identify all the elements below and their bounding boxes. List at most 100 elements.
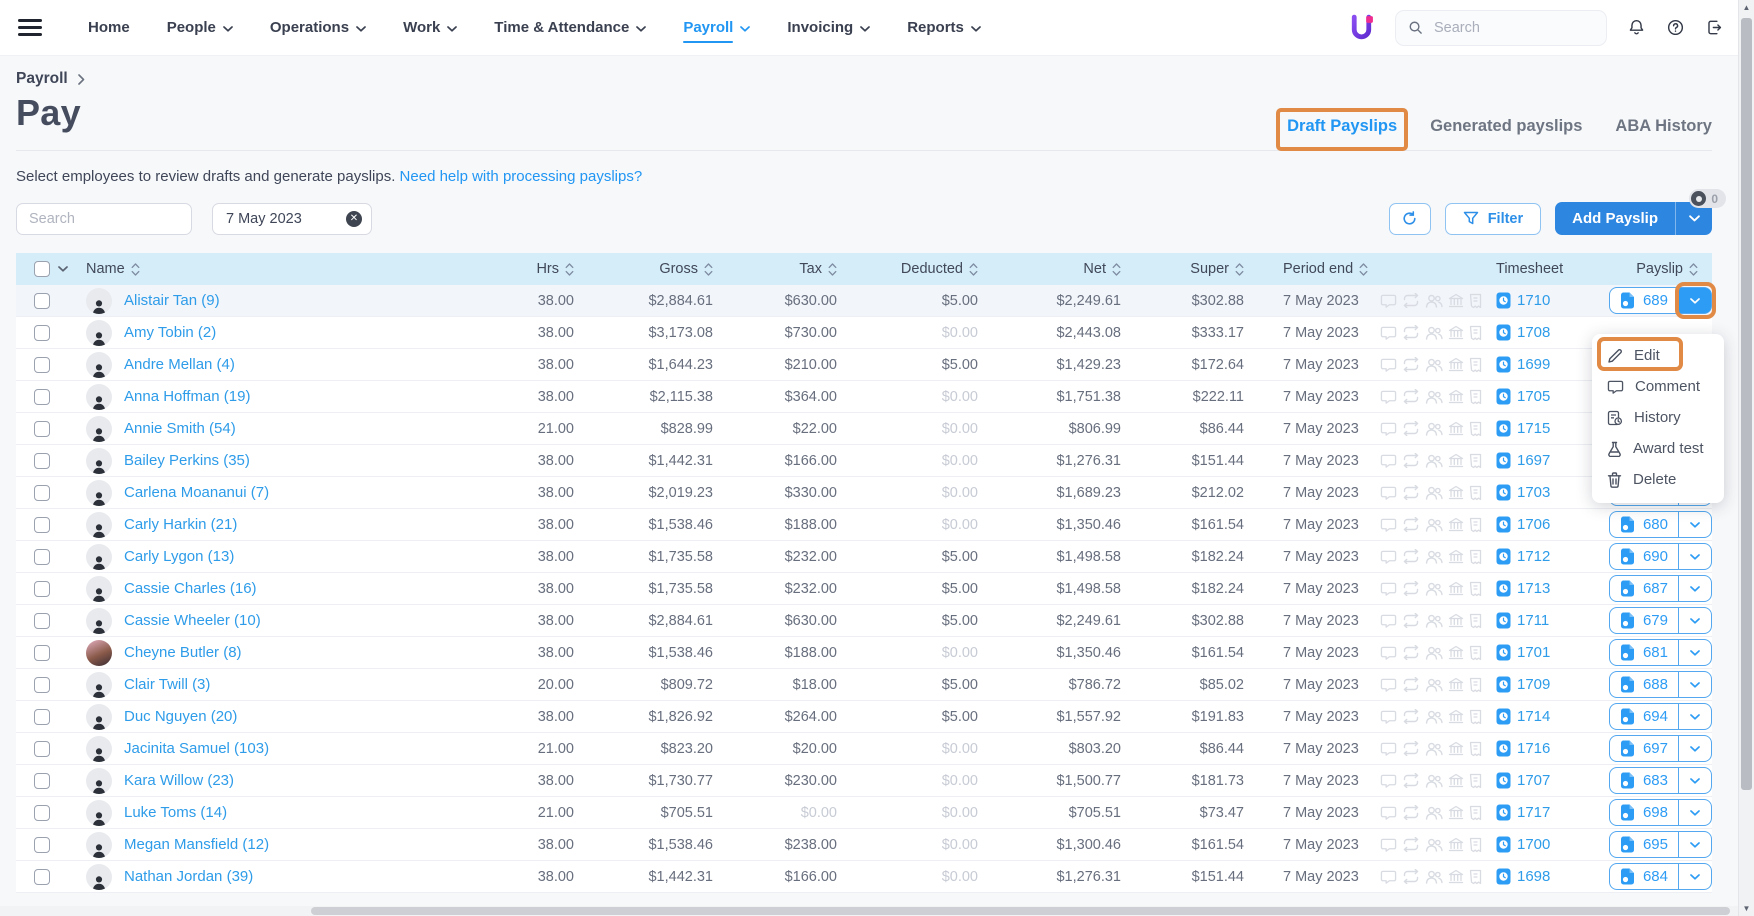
hamburger-menu-icon[interactable] [18,19,42,36]
row-checkbox[interactable] [34,293,50,309]
timesheet-link[interactable]: 1710 [1517,292,1550,309]
row-checkbox[interactable] [34,517,50,533]
row-checkbox[interactable] [34,677,50,693]
nav-item-payroll[interactable]: Payroll [683,19,750,36]
timesheet-link[interactable]: 1708 [1517,324,1550,341]
bank-icon[interactable] [1448,645,1464,660]
vertical-scrollbar-thumb[interactable] [1741,18,1752,790]
people-icon[interactable] [1425,358,1443,372]
employee-name-link[interactable]: Megan Mansfield (12) [124,836,269,853]
vertical-scrollbar[interactable]: ▲ ▼ [1738,0,1754,916]
comment-icon[interactable] [1380,773,1397,789]
timesheet-link[interactable]: 1713 [1517,580,1550,597]
bank-icon[interactable] [1448,453,1464,468]
timesheet-link[interactable]: 1700 [1517,836,1550,853]
bank-icon[interactable] [1448,837,1464,852]
transfer-icon[interactable] [1402,773,1420,788]
bank-icon[interactable] [1448,613,1464,628]
comment-icon[interactable] [1380,453,1397,469]
people-icon[interactable] [1425,774,1443,788]
employee-name-link[interactable]: Carly Harkin (21) [124,516,237,533]
payslip-open-button[interactable]: 694 [1610,708,1678,725]
transfer-icon[interactable] [1402,549,1420,564]
row-checkbox[interactable] [34,549,50,565]
bank-icon[interactable] [1448,677,1464,692]
transfer-icon[interactable] [1402,613,1420,628]
column-header-net[interactable]: Net [992,261,1135,277]
payslip-menu-button[interactable] [1678,608,1711,633]
employee-name-link[interactable]: Nathan Jordan (39) [124,868,253,885]
comment-icon[interactable] [1380,869,1397,885]
transfer-icon[interactable] [1402,741,1420,756]
tab-generated-payslips[interactable]: Generated payslips [1430,117,1582,150]
timesheet-link[interactable]: 1697 [1517,452,1550,469]
filter-button[interactable]: Filter [1445,203,1541,235]
payslip-open-button[interactable]: 681 [1610,644,1678,661]
column-header-tax[interactable]: Tax [727,261,851,277]
tab-draft-payslips[interactable]: Draft Payslips [1287,117,1397,150]
people-icon[interactable] [1425,422,1443,436]
row-checkbox[interactable] [34,581,50,597]
transfer-icon[interactable] [1402,389,1420,404]
employee-name-link[interactable]: Alistair Tan (9) [124,292,220,309]
payslip-open-button[interactable]: 697 [1610,740,1678,757]
payslip-open-button[interactable]: 695 [1610,836,1678,853]
people-icon[interactable] [1425,486,1443,500]
transfer-icon[interactable] [1402,581,1420,596]
transfer-icon[interactable] [1402,453,1420,468]
column-header-period-end[interactable]: Period end [1258,261,1380,277]
people-icon[interactable] [1425,806,1443,820]
comment-icon[interactable] [1380,581,1397,597]
transfer-icon[interactable] [1402,837,1420,852]
row-checkbox[interactable] [34,357,50,373]
employee-name-link[interactable]: Amy Tobin (2) [124,324,216,341]
payslip-menu-button[interactable] [1678,704,1711,729]
nav-item-invoicing[interactable]: Invoicing [787,19,870,36]
people-icon[interactable] [1425,710,1443,724]
notifications-bell-icon[interactable] [1627,18,1646,37]
row-checkbox[interactable] [34,837,50,853]
payslip-menu-button[interactable] [1678,672,1711,697]
bank-icon[interactable] [1448,869,1464,884]
column-header-gross[interactable]: Gross [588,261,727,277]
transfer-icon[interactable] [1402,517,1420,532]
row-checkbox[interactable] [34,389,50,405]
row-checkbox[interactable] [34,453,50,469]
employee-name-link[interactable]: Andre Mellan (4) [124,356,235,373]
employee-search-input[interactable] [16,203,192,235]
comment-icon[interactable] [1380,389,1397,405]
add-payslip-button[interactable]: Add Payslip [1555,202,1675,235]
payslip-menu-button[interactable] [1678,864,1711,889]
bank-icon[interactable] [1448,389,1464,404]
refresh-button[interactable] [1389,203,1431,235]
transfer-icon[interactable] [1402,645,1420,660]
transfer-icon[interactable] [1402,485,1420,500]
comment-icon[interactable] [1380,357,1397,373]
bank-icon[interactable] [1448,805,1464,820]
comment-icon[interactable] [1380,485,1397,501]
transfer-icon[interactable] [1402,805,1420,820]
timesheet-link[interactable]: 1703 [1517,484,1550,501]
tab-aba-history[interactable]: ABA History [1615,117,1712,150]
timesheet-link[interactable]: 1714 [1517,708,1550,725]
people-icon[interactable] [1425,294,1443,308]
people-icon[interactable] [1425,518,1443,532]
people-icon[interactable] [1425,326,1443,340]
employee-name-link[interactable]: Carlena Moananui (7) [124,484,269,501]
people-icon[interactable] [1425,838,1443,852]
comment-icon[interactable] [1380,837,1397,853]
payslip-open-button[interactable]: 683 [1610,772,1678,789]
people-icon[interactable] [1425,454,1443,468]
people-icon[interactable] [1425,582,1443,596]
menu-item-award-test[interactable]: Award test [1592,433,1724,464]
transfer-icon[interactable] [1402,709,1420,724]
employee-name-link[interactable]: Cassie Wheeler (10) [124,612,261,629]
comment-icon[interactable] [1380,805,1397,821]
people-icon[interactable] [1425,678,1443,692]
row-checkbox[interactable] [34,773,50,789]
comment-icon[interactable] [1380,517,1397,533]
payslip-menu-button[interactable] [1678,800,1711,825]
payslip-menu-button[interactable] [1678,768,1711,793]
transfer-icon[interactable] [1402,421,1420,436]
bank-icon[interactable] [1448,741,1464,756]
